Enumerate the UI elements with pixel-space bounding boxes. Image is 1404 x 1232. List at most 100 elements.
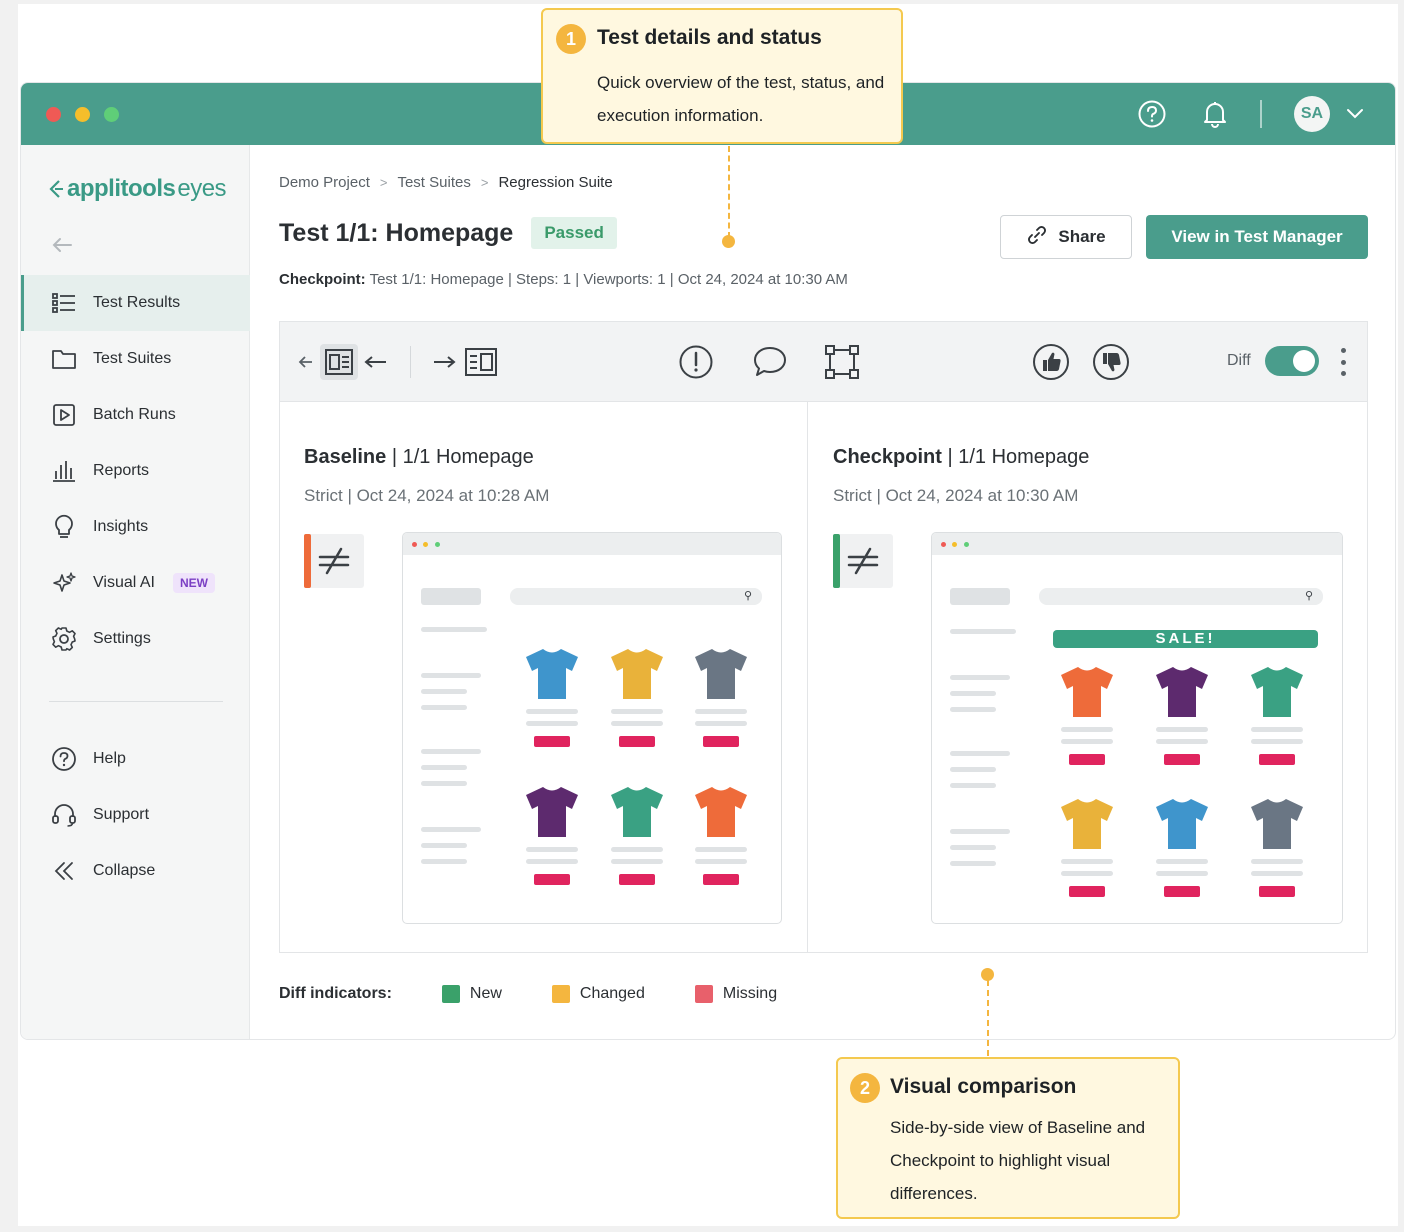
breadcrumb-item[interactable]: Demo Project [279,174,370,191]
share-button-label: Share [1058,227,1106,246]
mock-product-line [1155,859,1208,864]
tshirt-product-image [610,787,663,837]
arrow-left-icon[interactable] [364,344,388,380]
logo-text-light: eyes [177,175,227,202]
baseline-diff-marker[interactable] [304,534,364,588]
mock-product-line [526,721,579,726]
mock-product-line [694,709,747,714]
mock-sidebar-line [421,765,467,770]
sidebar-item-collapse[interactable]: Collapse [21,843,250,899]
sidebar-item-settings[interactable]: Settings [21,611,250,667]
legend-title: Diff indicators: [279,985,392,1002]
mock-product-line [1060,871,1113,876]
mock-dot [964,542,969,547]
arrow-right-icon[interactable] [432,344,456,380]
mock-sidebar-line [421,705,467,710]
breadcrumb-item[interactable]: Test Suites [397,174,470,191]
baseline-screenshot[interactable]: ⚲ [402,532,782,924]
mock-browser-bar [932,533,1342,555]
gear-icon [51,626,77,652]
sidebar-item-support[interactable]: Support [21,787,250,843]
list-icon [51,290,77,316]
diff-marker-bar [833,534,840,588]
sidebar-nav: Test Results Test Suites Batch Runs Repo… [21,275,250,667]
mock-product-line [526,859,579,864]
tshirt-product-image [1155,667,1208,717]
mock-dot [435,542,440,547]
sidebar-divider [49,701,223,702]
logo-text-bold: applitools [67,175,176,202]
arrow-left-icon[interactable] [298,344,314,380]
sidebar-item-help[interactable]: Help [21,731,250,787]
mock-product-line [1060,859,1113,864]
sidebar-item-visual-ai[interactable]: Visual AI NEW [21,555,250,611]
applitools-logo[interactable]: applitools eyes [47,175,227,203]
status-badge: Passed [531,217,617,249]
mock-add-to-cart-button [1068,754,1105,765]
mock-add-to-cart-button [618,736,655,747]
legend-label: Changed [579,985,645,1002]
more-vertical-icon[interactable] [1339,348,1347,376]
checkpoint-diff-marker[interactable] [833,534,893,588]
mock-dot [412,542,417,547]
legend-label: New [469,985,502,1002]
mock-search-icon: ⚲ [744,590,753,602]
mock-product-line [694,847,747,852]
mock-sidebar-line [421,843,467,848]
window-close-dot[interactable] [46,107,61,122]
mock-add-to-cart-button [1068,886,1105,897]
mock-search-icon: ⚲ [1305,590,1314,602]
window-maximize-dot[interactable] [104,107,119,122]
chevron-down-icon[interactable] [1339,98,1371,130]
mock-sidebar-line [950,861,996,866]
title-row: Test 1/1: Homepage Passed [279,217,617,249]
comparison-viewer: Diff Baseline | 1/1 Homepage Strict | Oc… [279,321,1368,953]
toolbar-divider [410,346,411,378]
sidebar-item-batch-runs[interactable]: Batch Runs [21,387,250,443]
comment-icon[interactable] [752,344,788,380]
sidebar-item-reports[interactable]: Reports [21,443,250,499]
region-select-icon[interactable] [824,344,860,380]
mock-product-line [1155,739,1208,744]
folder-icon [51,346,77,372]
help-circle-icon[interactable] [1136,98,1168,130]
window-minimize-dot[interactable] [75,107,90,122]
sidebar-item-test-suites[interactable]: Test Suites [21,331,250,387]
legend-swatch [694,985,713,1003]
mock-add-to-cart-button [1258,754,1295,765]
diff-toggle[interactable] [1265,346,1319,376]
mock-browser-bar [403,533,781,555]
mock-product-line [526,709,579,714]
bell-icon[interactable] [1199,98,1231,130]
sparkles-icon [51,570,77,596]
view-in-test-manager-button[interactable]: View in Test Manager [1146,215,1368,259]
page-title: Test 1/1: Homepage [279,218,514,247]
mock-product-line [526,847,579,852]
checkpoint-meta-label: Checkpoint: [279,271,366,288]
mock-add-to-cart-button [618,874,655,885]
baseline-title-label: Baseline [304,446,387,468]
callout-text: Side-by-side view of Baseline and Checkp… [890,1118,1146,1203]
thumbs-up-icon[interactable] [1032,344,1070,380]
mock-add-to-cart-button [1163,886,1200,897]
checkpoint-pane: Checkpoint | 1/1 Homepage Strict | Oct 2… [809,402,1367,952]
back-arrow-icon[interactable] [51,237,73,258]
checkpoint-screenshot[interactable]: ⚲ SALE! [931,532,1343,924]
sidebar-item-test-results[interactable]: Test Results [21,275,250,331]
share-button[interactable]: Share [1000,215,1132,259]
alert-icon[interactable] [678,344,714,380]
mock-add-to-cart-button [702,874,739,885]
avatar[interactable]: SA [1294,96,1330,132]
sidebar-item-label: Collapse [93,862,156,879]
mock-logo-block [950,588,1010,605]
baseline-panel-icon[interactable] [320,344,358,380]
thumbs-down-icon[interactable] [1092,344,1130,380]
mock-sidebar-line [950,629,1016,634]
checkpoint-panel-icon[interactable] [464,344,498,380]
mock-sidebar-line [421,673,481,678]
callout-text: Quick overview of the test, status, and … [597,73,885,125]
app-window: SA applitools eyes Test Results Test Sui… [20,82,1396,1040]
sidebar-item-insights[interactable]: Insights [21,499,250,555]
mock-search-bar [1039,588,1323,605]
diff-toggle-label: Diff [1227,352,1251,369]
